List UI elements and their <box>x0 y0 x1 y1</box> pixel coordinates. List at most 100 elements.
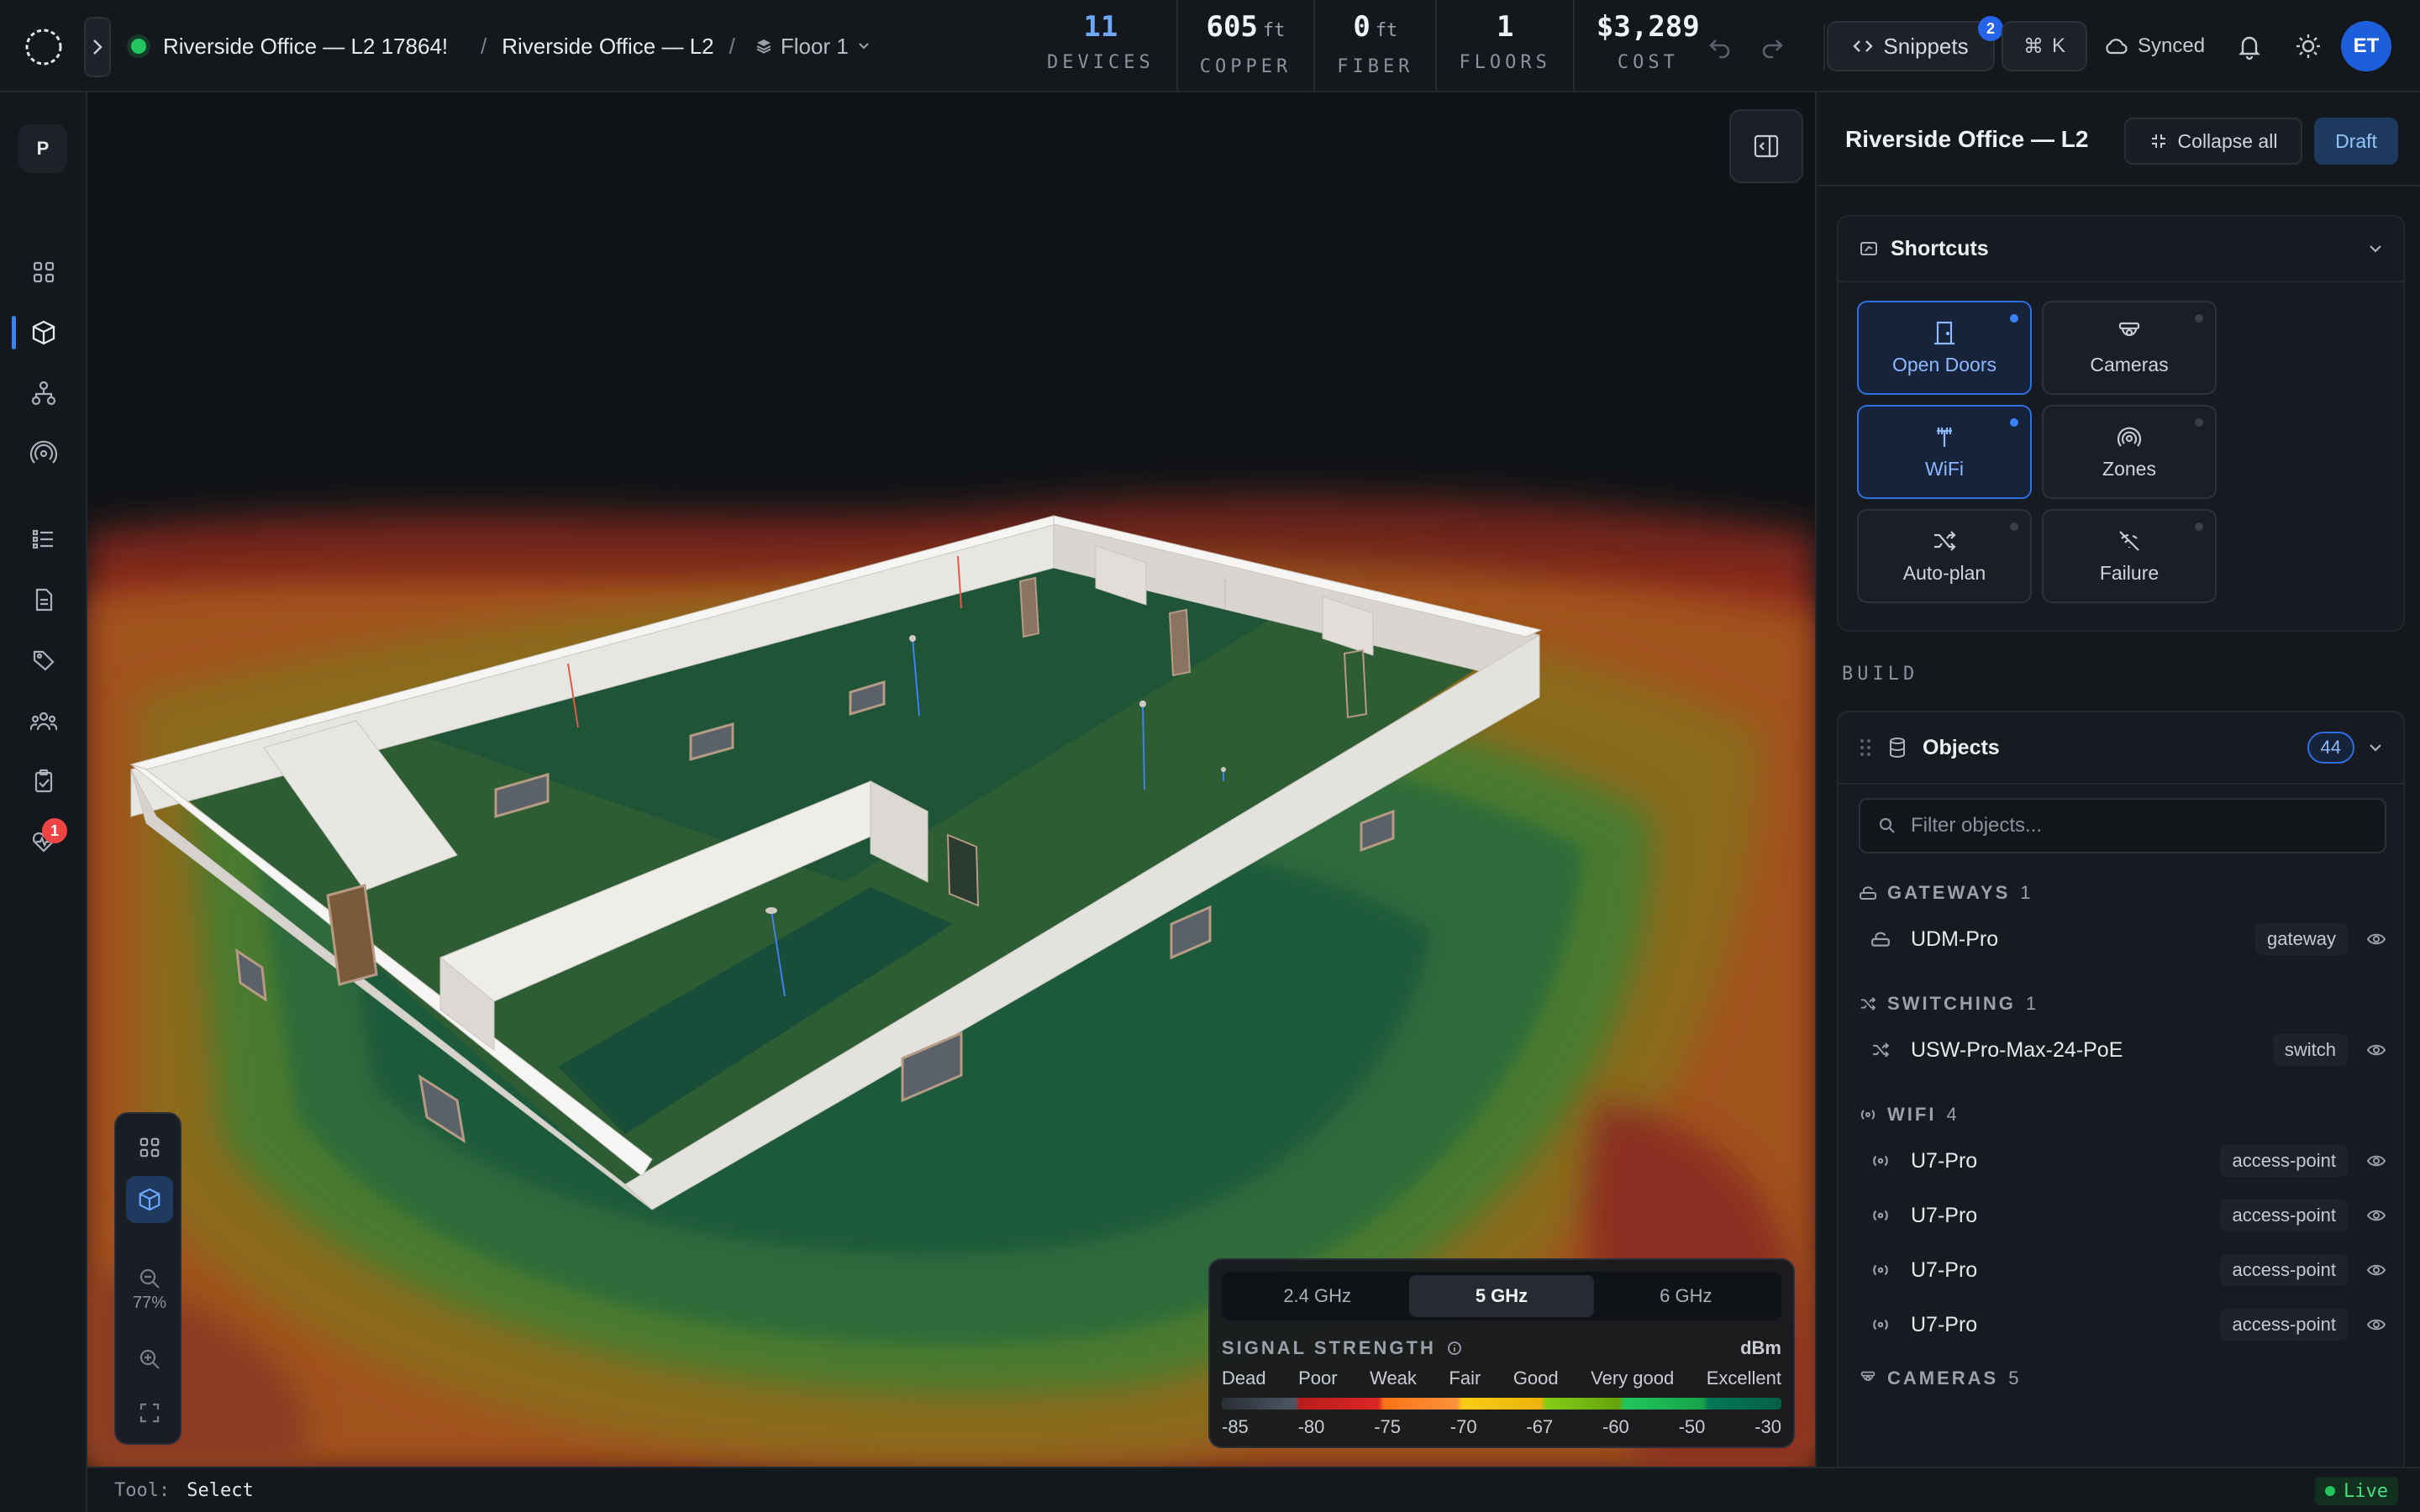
signal-ticks: -85 -80 -75 -70 -67 -60 -50 -30 <box>1222 1416 1781 1438</box>
stat-fiber: 0 ft FIBER <box>1315 0 1438 92</box>
nav-checklist[interactable] <box>22 759 66 803</box>
object-row[interactable]: U7-Pro access-point <box>1859 1247 2396 1294</box>
stat-devices: 11 DEVICES <box>1025 0 1178 92</box>
breadcrumb-plan[interactable]: Riverside Office — L2 <box>502 34 713 60</box>
nav-pricing[interactable] <box>22 638 66 682</box>
user-avatar[interactable]: ET <box>2341 21 2391 71</box>
redo-icon[interactable] <box>1758 32 1786 60</box>
shortcut-label: Cameras <box>2090 353 2169 375</box>
shortcut-failure[interactable]: Failure <box>2042 509 2217 603</box>
status-bar: Tool: Select Live <box>87 1467 2420 1512</box>
3d-viewport[interactable]: 77% 2.4 GHz 5 GHz 6 GHz SIGNAL STRENGTH … <box>87 92 1815 1467</box>
stat-fiber-value: 0 <box>1353 10 1370 44</box>
object-name: U7-Pro <box>1911 1148 1978 1173</box>
breadcrumb-project[interactable]: Riverside Office — L2 17864! <box>163 34 466 60</box>
shortcut-auto-plan[interactable]: Auto-plan <box>1857 509 2032 603</box>
topology-icon <box>31 381 56 406</box>
toggle-panel-button[interactable] <box>1729 109 1803 183</box>
snippets-button[interactable]: Snippets 2 <box>1827 16 2003 71</box>
object-row[interactable]: U7-Pro access-point <box>1859 1301 2396 1348</box>
users-icon <box>30 711 57 731</box>
eye-icon[interactable] <box>2366 1317 2386 1332</box>
theme-sun-icon[interactable] <box>2294 32 2323 60</box>
object-type-tag: access-point <box>2220 1145 2348 1177</box>
drag-handle-icon[interactable] <box>1859 737 1872 759</box>
shortcut-label: Zones <box>2102 457 2156 480</box>
nav-topology[interactable] <box>22 371 66 415</box>
nav-documents[interactable] <box>22 578 66 622</box>
fit-view-button[interactable] <box>126 1389 173 1436</box>
shortcut-cameras[interactable]: Cameras <box>2042 301 2217 395</box>
object-name: U7-Pro <box>1911 1312 1978 1336</box>
band-2-4ghz-tab[interactable]: 2.4 GHz <box>1225 1275 1409 1317</box>
bell-icon[interactable] <box>2235 32 2264 60</box>
live-dot <box>2325 1486 2336 1496</box>
eye-icon[interactable] <box>2366 1263 2386 1278</box>
stat-copper-unit: ft <box>1262 20 1286 41</box>
object-row[interactable]: U7-Pro access-point <box>1859 1192 2396 1239</box>
undo-icon[interactable] <box>1706 32 1734 60</box>
floor-selector[interactable]: Floor 1 <box>755 34 871 60</box>
shortcut-active-dot <box>2010 522 2018 531</box>
group-switching[interactable]: SWITCHING 1 <box>1859 993 2036 1015</box>
sync-status[interactable]: Synced <box>2104 21 2205 71</box>
group-cameras[interactable]: CAMERAS 5 <box>1859 1368 2018 1389</box>
expand-sidebar-button[interactable] <box>84 17 111 77</box>
nav-coverage[interactable] <box>22 432 66 475</box>
quality-label: Weak <box>1370 1368 1417 1389</box>
draft-status-button[interactable]: Draft <box>2314 118 2398 165</box>
signal-icon <box>30 440 57 464</box>
shortcut-wifi[interactable]: WiFi <box>1857 405 2032 499</box>
app-logo-icon[interactable] <box>22 25 66 69</box>
signal-gradient-bar <box>1222 1398 1781 1410</box>
signal-strength-title: SIGNAL STRENGTH <box>1222 1337 1462 1359</box>
objects-count-badge: 44 <box>2307 732 2354 764</box>
eye-icon[interactable] <box>2366 1208 2386 1223</box>
shortcut-label: Open Doors <box>1891 353 1996 375</box>
project-switcher[interactable]: P <box>18 124 67 173</box>
nav-inventory[interactable] <box>22 517 66 561</box>
signal-strength-legend: 2.4 GHz 5 GHz 6 GHz SIGNAL STRENGTH dBm … <box>1208 1258 1795 1448</box>
group-count: 1 <box>2020 882 2031 903</box>
grid-icon <box>33 261 55 283</box>
nav-3d-view[interactable] <box>22 311 66 354</box>
quality-label: Excellent <box>1706 1368 1781 1389</box>
signal-tick: -85 <box>1222 1416 1249 1437</box>
2d-view-button[interactable] <box>126 1124 173 1171</box>
shortcuts-header[interactable]: Shortcuts <box>1839 217 2403 282</box>
shortcut-label: WiFi <box>1925 457 1964 480</box>
nav-team[interactable] <box>22 699 66 743</box>
group-wifi[interactable]: WIFI 4 <box>1859 1104 1957 1126</box>
zoom-in-button[interactable] <box>126 1336 173 1383</box>
object-row[interactable]: UDM-Pro gateway <box>1859 916 2396 963</box>
band-6ghz-tab[interactable]: 6 GHz <box>1594 1275 1778 1317</box>
shortcut-open-doors[interactable]: Open Doors <box>1857 301 2032 395</box>
filter-objects-input[interactable]: Filter objects... <box>1859 798 2386 853</box>
eye-icon[interactable] <box>2366 932 2386 947</box>
broadcast-icon <box>1873 1155 1888 1167</box>
3d-view-button[interactable] <box>126 1176 173 1223</box>
stat-copper-label: COPPER <box>1199 56 1292 77</box>
objects-header[interactable]: Objects 44 <box>1839 712 2403 785</box>
signal-tick: -30 <box>1754 1416 1781 1437</box>
collapse-all-button[interactable]: Collapse all <box>2124 118 2302 165</box>
eye-icon[interactable] <box>2366 1042 2386 1058</box>
zones-icon <box>2117 427 2142 447</box>
stat-floors-value: 1 <box>1496 10 1514 44</box>
cloud-icon <box>2106 39 2128 55</box>
camera-icon <box>2118 322 2140 336</box>
chevron-down-icon <box>2370 245 2381 253</box>
nav-dashboard[interactable] <box>22 250 66 294</box>
group-name: CAMERAS <box>1887 1368 1999 1389</box>
object-row[interactable]: U7-Pro access-point <box>1859 1137 2396 1184</box>
group-gateways[interactable]: GATEWAYS 1 <box>1859 882 2031 904</box>
object-row[interactable]: USW-Pro-Max-24-PoE switch <box>1859 1026 2396 1074</box>
band-5ghz-tab[interactable]: 5 GHz <box>1409 1275 1594 1317</box>
live-indicator: Live <box>2315 1477 2398 1505</box>
command-palette-button[interactable]: ⌘ K <box>2002 21 2087 71</box>
eye-icon[interactable] <box>2366 1153 2386 1168</box>
shortcut-zones[interactable]: Zones <box>2042 405 2217 499</box>
object-type-tag: access-point <box>2220 1200 2348 1231</box>
group-count: 1 <box>2025 993 2037 1014</box>
info-icon[interactable] <box>1447 1341 1462 1356</box>
